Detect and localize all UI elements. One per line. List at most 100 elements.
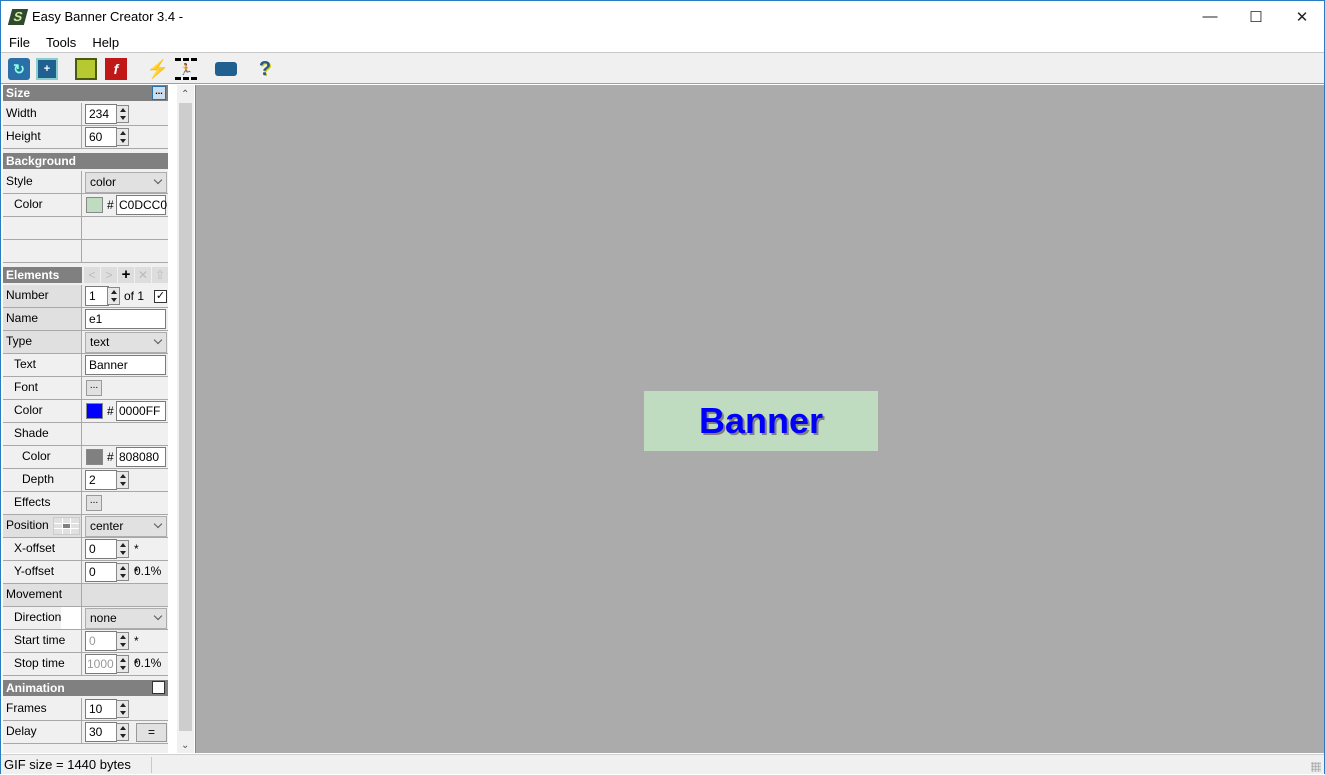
depth-spinner[interactable]	[116, 471, 129, 489]
shade-color-input[interactable]: 808080	[116, 447, 166, 467]
open-icon[interactable]: ↻	[8, 58, 30, 80]
font-row: Font ...	[3, 377, 168, 400]
animation-checkbox[interactable]	[152, 681, 165, 694]
text-row: Text Banner	[3, 354, 168, 377]
frames-spinner[interactable]	[116, 700, 129, 718]
minimize-button[interactable]: —	[1187, 1, 1233, 32]
start-time-row: Start time 0 * 0.1%	[3, 630, 168, 670]
delay-input[interactable]: 30	[85, 722, 117, 742]
chevron-down-icon	[153, 175, 163, 185]
stop-time-label: Stop time	[3, 653, 82, 675]
background-header: Background	[3, 153, 168, 169]
wizard-icon[interactable]: ⚡	[147, 58, 169, 80]
number-spinner[interactable]	[107, 287, 120, 305]
camera-icon[interactable]	[215, 62, 237, 76]
depth-row: Depth 2	[3, 469, 168, 492]
animation-icon[interactable]: 🏃	[175, 58, 197, 80]
name-label: Name	[3, 308, 82, 330]
name-input[interactable]: e1	[85, 309, 166, 329]
type-select[interactable]: text	[85, 332, 167, 353]
delete-element-button[interactable]: ✕	[135, 267, 151, 283]
yoffset-input[interactable]: 0	[85, 562, 117, 582]
font-button[interactable]: ...	[86, 380, 102, 396]
animation-header: Animation	[3, 680, 168, 696]
element-visible-checkbox[interactable]: ✓	[154, 290, 167, 303]
number-label: Number	[3, 285, 82, 307]
flash-icon[interactable]: f	[105, 58, 127, 80]
text-label: Text	[3, 354, 82, 376]
number-input[interactable]: 1	[85, 286, 109, 306]
position-grid[interactable]	[53, 517, 80, 535]
bg-style-select[interactable]: color	[85, 172, 167, 193]
depth-input[interactable]: 2	[85, 470, 117, 490]
menu-help[interactable]: Help	[84, 35, 127, 50]
maximize-button[interactable]: ☐	[1233, 1, 1279, 32]
start-time-input[interactable]: 0	[85, 631, 117, 651]
shade-color-swatch[interactable]	[86, 449, 103, 465]
height-input[interactable]: 60	[85, 127, 117, 147]
empty-row	[3, 217, 168, 240]
height-label: Height	[3, 126, 82, 148]
banner-text: Banner	[698, 400, 824, 441]
stop-time-input[interactable]: 1000	[85, 654, 117, 674]
panel-scrollbar[interactable]: ⌃ ⌄	[177, 85, 194, 753]
resize-grip-icon[interactable]	[1311, 762, 1321, 772]
menu-file[interactable]: File	[1, 35, 38, 50]
width-spinner[interactable]	[116, 105, 129, 123]
direction-label: Direction	[3, 607, 82, 629]
text-color-label: Color	[3, 400, 82, 422]
xoffset-spinner[interactable]	[116, 540, 129, 558]
bg-style-label: Style	[3, 171, 82, 193]
size-more-button[interactable]: ...	[152, 86, 166, 100]
scroll-down-icon[interactable]: ⌄	[181, 740, 189, 751]
xoffset-row: X-offset 0 * 0.1%	[3, 538, 168, 578]
scrollbar-thumb[interactable]	[179, 103, 192, 731]
toolbar: ↻ + f ⚡ 🏃 ?	[1, 52, 1324, 84]
properties-panel: Size ... Width 234 Height 60 Background …	[3, 85, 168, 753]
prev-element-button[interactable]: <	[84, 267, 100, 283]
height-spinner[interactable]	[116, 128, 129, 146]
preview-canvas: Banner	[195, 85, 1324, 753]
move-up-element-button[interactable]: ⇧	[152, 267, 168, 283]
xoffset-input[interactable]: 0	[85, 539, 117, 559]
shade-color-label: Color	[3, 446, 82, 468]
direction-select[interactable]: none	[85, 608, 167, 629]
elements-toolbar: < > + ✕ ⇧	[84, 267, 168, 283]
bg-color-row: Color # C0DCC0	[3, 194, 168, 217]
position-select[interactable]: center	[85, 516, 167, 537]
size-header: Size ...	[3, 85, 168, 101]
bg-color-input[interactable]: C0DCC0	[116, 195, 167, 215]
text-color-swatch[interactable]	[86, 403, 103, 419]
width-input[interactable]: 234	[85, 104, 117, 124]
effects-label: Effects	[3, 492, 82, 514]
add-element-button[interactable]: +	[118, 267, 134, 283]
start-time-spinner[interactable]	[116, 632, 129, 650]
bg-color-swatch[interactable]	[86, 197, 103, 213]
yoffset-spinner[interactable]	[116, 563, 129, 581]
banner-preview[interactable]: Banner	[644, 391, 878, 451]
close-button[interactable]: ✕	[1279, 1, 1325, 32]
type-label: Type	[3, 331, 82, 353]
shade-label: Shade	[3, 423, 82, 445]
app-icon: S	[7, 8, 29, 25]
text-color-input[interactable]: 0000FF	[116, 401, 166, 421]
yoffset-row: Y-offset 0* 0.1%	[3, 561, 168, 601]
effects-button[interactable]: ...	[86, 495, 102, 511]
chevron-down-icon	[153, 335, 163, 345]
frames-row: Frames 10	[3, 698, 168, 721]
scroll-up-icon[interactable]: ⌃	[181, 89, 189, 100]
new-icon[interactable]: +	[36, 58, 58, 80]
save-icon[interactable]	[75, 58, 97, 80]
number-row: Number 1 of 1 ✓	[3, 285, 168, 308]
delay-spinner[interactable]	[116, 723, 129, 741]
text-input[interactable]: Banner	[85, 355, 166, 375]
empty-row	[3, 240, 168, 263]
position-row: Position center	[3, 515, 168, 538]
stop-time-spinner[interactable]	[116, 655, 129, 673]
equal-button[interactable]: =	[136, 723, 167, 742]
help-icon[interactable]: ?	[254, 58, 276, 80]
menu-tools[interactable]: Tools	[38, 35, 84, 50]
next-element-button[interactable]: >	[101, 267, 117, 283]
frames-input[interactable]: 10	[85, 699, 117, 719]
bg-color-label: Color	[3, 194, 82, 216]
